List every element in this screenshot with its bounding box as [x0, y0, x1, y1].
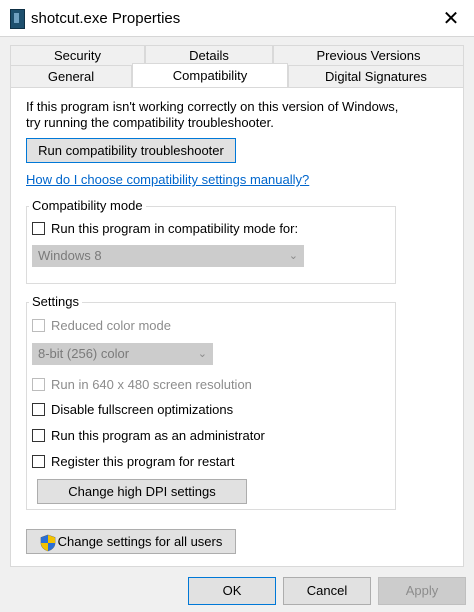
change-dpi-button[interactable]: Change high DPI settings	[37, 479, 247, 504]
chevron-down-icon: ⌄	[288, 250, 298, 262]
compat-mode-checkbox[interactable]	[32, 222, 45, 235]
change-settings-all-users-label: Change settings for all users	[57, 534, 223, 549]
tab-security[interactable]: Security	[10, 45, 145, 65]
intro-line-1: If this program isn't working correctly …	[26, 99, 399, 114]
reduced-color-row: Reduced color mode	[32, 318, 171, 333]
window-title: shotcut.exe Properties	[31, 10, 181, 27]
run-as-admin-label: Run this program as an administrator	[51, 428, 265, 443]
register-restart-label: Register this program for restart	[51, 454, 235, 469]
run-troubleshooter-button[interactable]: Run compatibility troubleshooter	[26, 138, 236, 163]
compat-mode-checkbox-row[interactable]: Run this program in compatibility mode f…	[32, 221, 298, 236]
tab-general[interactable]: General	[10, 65, 132, 87]
compatibility-mode-group: Compatibility mode Run this program in c…	[26, 198, 396, 284]
tab-details[interactable]: Details	[145, 45, 273, 65]
tab-digital-signatures[interactable]: Digital Signatures	[288, 65, 464, 87]
compat-mode-select-value: Windows 8	[38, 248, 102, 263]
res-640-checkbox	[32, 378, 45, 391]
compatibility-mode-title: Compatibility mode	[29, 198, 146, 213]
compat-mode-label: Run this program in compatibility mode f…	[51, 221, 299, 236]
ok-button[interactable]: OK	[188, 577, 276, 605]
change-settings-all-users-button[interactable]: Change settings for all users	[26, 529, 236, 554]
color-depth-select-value: 8-bit (256) color	[38, 346, 130, 361]
reduced-color-label: Reduced color mode	[51, 318, 171, 333]
help-link[interactable]: How do I choose compatibility settings m…	[26, 172, 309, 187]
res-640-label: Run in 640 x 480 screen resolution	[51, 377, 252, 392]
disable-fullscreen-label: Disable fullscreen optimizations	[51, 402, 234, 417]
cancel-button[interactable]: Cancel	[283, 577, 371, 605]
color-depth-select: 8-bit (256) color ⌄	[32, 343, 213, 365]
chevron-down-icon: ⌄	[197, 348, 207, 360]
title-bar: shotcut.exe Properties ✕	[0, 0, 474, 37]
compat-mode-select: Windows 8 ⌄	[32, 245, 304, 267]
shotcut-app-icon	[10, 9, 25, 29]
uac-shield-icon	[40, 534, 55, 551]
settings-group: Settings Reduced color mode 8-bit (256) …	[26, 294, 396, 510]
intro-text: If this program isn't working correctly …	[26, 99, 446, 131]
close-button[interactable]: ✕	[428, 0, 474, 36]
tab-previous-versions[interactable]: Previous Versions	[273, 45, 464, 65]
apply-button: Apply	[378, 577, 466, 605]
run-as-admin-checkbox[interactable]	[32, 429, 45, 442]
reduced-color-checkbox	[32, 319, 45, 332]
disable-fullscreen-row[interactable]: Disable fullscreen optimizations	[32, 402, 233, 417]
register-restart-row[interactable]: Register this program for restart	[32, 454, 235, 469]
disable-fullscreen-checkbox[interactable]	[32, 403, 45, 416]
res-640-row: Run in 640 x 480 screen resolution	[32, 377, 252, 392]
run-as-admin-row[interactable]: Run this program as an administrator	[32, 428, 265, 443]
register-restart-checkbox[interactable]	[32, 455, 45, 468]
close-icon: ✕	[442, 7, 460, 30]
tab-compatibility[interactable]: Compatibility	[132, 63, 288, 87]
compatibility-panel: If this program isn't working correctly …	[10, 87, 464, 567]
settings-title: Settings	[29, 294, 82, 309]
intro-line-2: try running the compatibility troublesho…	[26, 115, 274, 130]
